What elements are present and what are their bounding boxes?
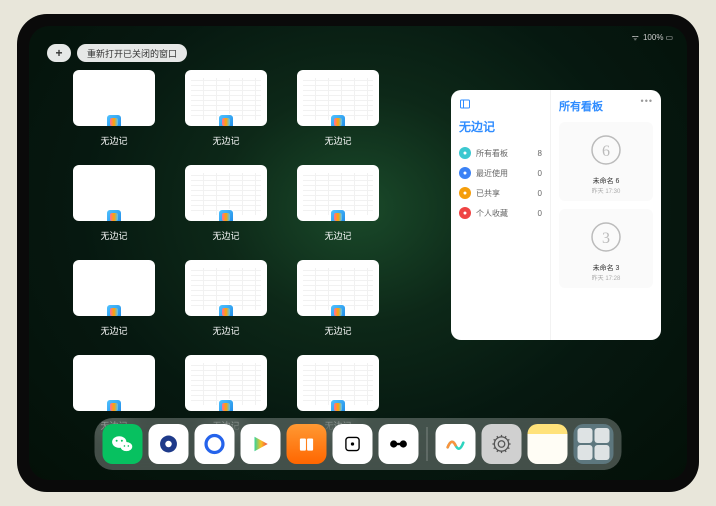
window-thumbnail [185, 355, 267, 411]
app-badge-icon [218, 304, 234, 316]
dock-app-freeform[interactable] [436, 424, 476, 464]
window-item[interactable]: 无边记 [297, 165, 379, 242]
more-icon[interactable]: ••• [641, 96, 653, 106]
app-badge-icon [106, 114, 122, 126]
battery-label: 100% [643, 33, 663, 42]
dock-app-connect[interactable] [379, 424, 419, 464]
panel-right-title: 所有看板 [559, 98, 653, 114]
app-badge-icon [218, 209, 234, 221]
window-item[interactable]: 无边记 [297, 70, 379, 147]
board-thumbnail: 3 [584, 215, 628, 259]
plus-icon: + [55, 46, 62, 60]
app-badge-icon [218, 399, 234, 411]
sidebar-item-count: 0 [538, 209, 542, 218]
window-label: 无边记 [324, 134, 351, 147]
sidebar-item-label: 个人收藏 [476, 208, 508, 219]
window-label: 无边记 [212, 324, 239, 337]
window-label: 无边记 [100, 324, 127, 337]
sidebar-item-label: 已共享 [476, 188, 500, 199]
clock-icon: ● [459, 167, 471, 179]
dock-app-notes[interactable] [528, 424, 568, 464]
dock-app-dice[interactable] [333, 424, 373, 464]
panel-content: 所有看板 6 未命名 6昨天 17:30 3 未命名 3昨天 17:28 [551, 90, 661, 340]
app-badge-icon [330, 209, 346, 221]
window-label: 无边记 [324, 229, 351, 242]
window-thumbnail [185, 260, 267, 316]
new-window-button[interactable]: + [47, 44, 71, 62]
sidebar-item-label: 最近使用 [476, 168, 508, 179]
window-item[interactable]: 无边记 [73, 70, 155, 147]
svg-text:6: 6 [602, 143, 610, 160]
panel-app-name: 无边记 [459, 118, 542, 135]
board-thumbnail: 6 [584, 128, 628, 172]
sidebar-item-count: 0 [538, 169, 542, 178]
window-item[interactable]: 无边记 [185, 260, 267, 337]
board-card[interactable]: 6 未命名 6昨天 17:30 [559, 122, 653, 201]
app-badge-icon [330, 304, 346, 316]
dock-app-quark[interactable] [195, 424, 235, 464]
sidebar-item-count: 8 [538, 149, 542, 158]
board-label: 未命名 6 [565, 176, 647, 186]
dock-separator [427, 427, 428, 461]
freeform-panel[interactable]: ••• 无边记 ● 所有看板 8 ● 最近使用 0 ● 已共享 0 ● 个人收藏 0 所有看板 6 未命… [451, 90, 661, 340]
svg-text:3: 3 [602, 230, 610, 247]
battery-icon: ▭ [665, 33, 673, 42]
app-badge-icon [330, 114, 346, 126]
app-badge-icon [330, 399, 346, 411]
window-thumbnail [73, 260, 155, 316]
dock-app-settings[interactable] [482, 424, 522, 464]
window-item[interactable]: 无边记 [185, 70, 267, 147]
app-badge-icon [106, 304, 122, 316]
window-label: 无边记 [100, 134, 127, 147]
window-item[interactable]: 无边记 [73, 260, 155, 337]
dock-app-wechat[interactable] [103, 424, 143, 464]
window-thumbnail [73, 355, 155, 411]
screen: ᯤ 100% ▭ + 重新打开已关闭的窗口 无边记无边记无边记无边记无边记无边记… [29, 26, 687, 480]
dock-folder[interactable] [574, 424, 614, 464]
board-card[interactable]: 3 未命名 3昨天 17:28 [559, 209, 653, 288]
window-item[interactable]: 无边记 [185, 165, 267, 242]
grid-icon: ● [459, 147, 471, 159]
sidebar-item-label: 所有看板 [476, 148, 508, 159]
window-thumbnail [297, 260, 379, 316]
heart-icon: ● [459, 207, 471, 219]
dock-app-play[interactable] [241, 424, 281, 464]
window-thumbnail [73, 165, 155, 221]
window-thumbnail [185, 70, 267, 126]
dock [95, 418, 622, 470]
window-thumbnail [297, 355, 379, 411]
window-thumbnail [297, 70, 379, 126]
app-badge-icon [106, 399, 122, 411]
reopen-closed-button[interactable]: 重新打开已关闭的窗口 [77, 44, 187, 62]
people-icon: ● [459, 187, 471, 199]
window-thumbnail [297, 165, 379, 221]
dock-app-quark-hd[interactable] [149, 424, 189, 464]
sidebar-item[interactable]: ● 已共享 0 [459, 183, 542, 203]
dock-app-books[interactable] [287, 424, 327, 464]
window-thumbnail [185, 165, 267, 221]
window-label: 无边记 [212, 134, 239, 147]
window-thumbnail [73, 70, 155, 126]
app-badge-icon [106, 209, 122, 221]
status-bar: ᯤ 100% ▭ [29, 30, 687, 44]
wifi-icon: ᯤ [632, 32, 639, 43]
sidebar-item[interactable]: ● 所有看板 8 [459, 143, 542, 163]
top-controls: + 重新打开已关闭的窗口 [47, 44, 187, 62]
sidebar-item[interactable]: ● 最近使用 0 [459, 163, 542, 183]
window-label: 无边记 [212, 229, 239, 242]
board-timestamp: 昨天 17:30 [565, 186, 647, 195]
panel-sidebar: 无边记 ● 所有看板 8 ● 最近使用 0 ● 已共享 0 ● 个人收藏 0 [451, 90, 551, 340]
app-expose-grid: 无边记无边记无边记无边记无边记无边记无边记无边记无边记无边记无边记无边记 [73, 70, 433, 432]
board-timestamp: 昨天 17:28 [565, 273, 647, 282]
app-badge-icon [218, 114, 234, 126]
window-label: 无边记 [324, 324, 351, 337]
sidebar-icon-row [459, 98, 542, 110]
window-label: 无边记 [100, 229, 127, 242]
board-label: 未命名 3 [565, 263, 647, 273]
window-item[interactable]: 无边记 [73, 165, 155, 242]
ipad-frame: ᯤ 100% ▭ + 重新打开已关闭的窗口 无边记无边记无边记无边记无边记无边记… [17, 14, 699, 492]
window-item[interactable]: 无边记 [297, 260, 379, 337]
sidebar-item-count: 0 [538, 189, 542, 198]
sidebar-item[interactable]: ● 个人收藏 0 [459, 203, 542, 223]
